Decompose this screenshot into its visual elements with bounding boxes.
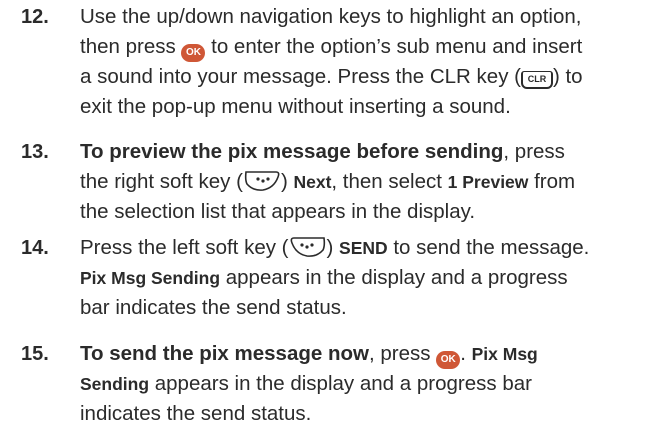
step-text: ) bbox=[326, 236, 334, 259]
step-number: 12. bbox=[21, 6, 49, 28]
step-text: , press bbox=[368, 342, 431, 365]
step-heading: To send the pix message now bbox=[80, 342, 369, 365]
step-number: 14. bbox=[21, 237, 49, 259]
step-text: , then select bbox=[331, 170, 442, 193]
step-text: indicates the send status. bbox=[80, 402, 312, 425]
step-text: a sound into your message. Press the CLR… bbox=[80, 65, 521, 88]
menu-term: SEND bbox=[339, 238, 388, 258]
step-heading: To preview the pix message before sendin… bbox=[80, 140, 504, 163]
menu-term: Pix Msg Sending bbox=[80, 268, 221, 288]
step-line: To preview the pix message before sendin… bbox=[80, 137, 655, 167]
clr-key-icon: CLR bbox=[520, 71, 553, 89]
step-text: to enter the option’s sub menu and inser… bbox=[211, 35, 583, 58]
step-line: Sending appears in the display and a pro… bbox=[80, 369, 655, 399]
step-text: to send the message. bbox=[393, 236, 590, 259]
step-text: the selection list that appears in the d… bbox=[80, 200, 476, 223]
menu-term: Next bbox=[293, 172, 332, 192]
step-text: from bbox=[534, 170, 576, 193]
step-line: indicates the send status. bbox=[80, 399, 655, 429]
step-text: exit the pop-up menu without inserting a… bbox=[80, 95, 511, 118]
step-text: ) bbox=[280, 170, 288, 193]
step-text: . bbox=[460, 342, 466, 365]
step-text: , press bbox=[503, 140, 565, 163]
step-text: appears in the display and a progress ba… bbox=[154, 372, 532, 395]
menu-term: Pix Msg bbox=[471, 344, 538, 364]
step-text: the right soft key ( bbox=[80, 170, 243, 193]
step-line: a sound into your message. Press the CLR… bbox=[80, 62, 655, 92]
step-line: To send the pix message now, press OK. P… bbox=[80, 339, 655, 369]
step-line: Pix Msg Sending appears in the display a… bbox=[80, 263, 655, 293]
ok-key-icon: OK bbox=[436, 351, 461, 369]
instruction-page: 12. Use the up/down navigation keys to h… bbox=[0, 0, 655, 440]
step-number: 15. bbox=[21, 343, 49, 365]
step-line: then press OK to enter the option’s sub … bbox=[80, 32, 655, 62]
step-line: exit the pop-up menu without inserting a… bbox=[80, 92, 655, 122]
ok-key-icon: OK bbox=[181, 44, 206, 62]
step-number: 13. bbox=[21, 141, 49, 163]
step-text: ) to bbox=[552, 65, 583, 88]
step-text: appears in the display and a progress bbox=[225, 266, 568, 289]
menu-term: 1 Preview bbox=[447, 172, 529, 192]
step-text: Use the up/down navigation keys to highl… bbox=[80, 5, 582, 28]
step-text: Press the left soft key ( bbox=[80, 236, 289, 259]
step-line: the selection list that appears in the d… bbox=[80, 197, 655, 227]
menu-term: Sending bbox=[80, 374, 150, 394]
step-line: bar indicates the send status. bbox=[80, 293, 655, 323]
step-text: bar indicates the send status. bbox=[80, 296, 347, 319]
step-line: Use the up/down navigation keys to highl… bbox=[80, 2, 655, 32]
step-text: then press bbox=[80, 35, 176, 58]
